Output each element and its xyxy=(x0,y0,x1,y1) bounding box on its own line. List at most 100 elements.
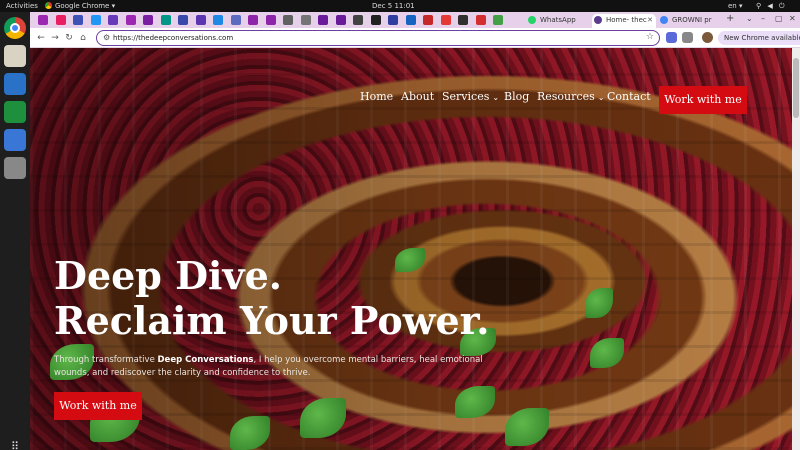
pinned-tab-favicon-icon[interactable] xyxy=(265,15,276,25)
pinned-tab-favicon-icon[interactable] xyxy=(55,15,66,25)
tab-search-icon[interactable]: ⌄ xyxy=(746,14,753,23)
profile-avatar[interactable] xyxy=(702,32,713,43)
maximize-button[interactable]: ▢ xyxy=(775,14,783,23)
hero-work-with-me-button[interactable]: Work with me xyxy=(54,392,142,420)
leaf-decoration xyxy=(505,408,549,446)
pinned-tab-favicon-icon[interactable] xyxy=(73,15,83,25)
pinned-tab-favicon-icon[interactable] xyxy=(300,15,311,25)
clock[interactable]: Dec 5 11:01 xyxy=(372,1,415,11)
hero-title: Deep Dive. Reclaim Your Power. xyxy=(54,253,554,343)
pinned-tab-favicon-icon[interactable] xyxy=(353,15,363,25)
url-input[interactable] xyxy=(113,32,633,44)
chrome-icon xyxy=(45,2,52,9)
calc-dock-icon[interactable] xyxy=(4,101,26,123)
google-icon xyxy=(660,16,668,24)
pinned-tab-favicon-icon[interactable] xyxy=(440,15,451,25)
pinned-tab-favicon-icon[interactable] xyxy=(423,15,433,25)
writer-dock-icon[interactable] xyxy=(4,73,26,95)
chevron-down-icon: ⌄ xyxy=(492,93,500,102)
pinned-tab-favicon-icon[interactable] xyxy=(230,15,241,25)
pinned-tab-favicon-icon[interactable] xyxy=(143,15,153,25)
nav-services-label: Services xyxy=(442,90,490,103)
tab-growni[interactable]: GROWNI pr xyxy=(658,14,722,28)
tab-label: WhatsApp xyxy=(540,16,576,24)
activities-button[interactable]: Activities xyxy=(6,1,38,11)
close-icon[interactable]: ✕ xyxy=(647,14,653,26)
hero-sub-bold: Deep Conversations xyxy=(157,355,254,365)
hero-subtitle: Through transformative Deep Conversation… xyxy=(54,354,504,380)
tab-active-home[interactable]: Home- thec ✕ xyxy=(592,14,656,28)
tab-label: GROWNI pr xyxy=(672,16,712,24)
bookmark-star-icon[interactable]: ☆ xyxy=(646,32,654,42)
leaf-decoration xyxy=(590,338,624,368)
system-tray[interactable]: ⚲ ◀ ⏻ xyxy=(756,1,787,11)
app-menu[interactable]: Google Chrome ▾ xyxy=(45,1,115,11)
nav-resources-label: Resources xyxy=(537,90,595,103)
reload-icon[interactable]: ↻ xyxy=(62,31,76,45)
dock: ⠿ xyxy=(0,12,30,450)
pinned-tab-favicon-icon[interactable] xyxy=(195,15,206,25)
pinned-tab-favicon-icon[interactable] xyxy=(90,15,101,25)
language-selector[interactable]: en ▾ xyxy=(728,1,742,11)
pinned-tab-favicon-icon[interactable] xyxy=(405,15,416,25)
nav-home[interactable]: Home xyxy=(360,90,393,103)
site-info-icon[interactable]: ⚙ xyxy=(103,33,110,42)
leaf-decoration xyxy=(300,398,346,438)
text-editor-dock-icon[interactable] xyxy=(4,129,26,151)
close-window-button[interactable]: ✕ xyxy=(789,14,796,23)
home-icon[interactable]: ⌂ xyxy=(76,31,90,45)
app-menu-label: Google Chrome ▾ xyxy=(55,2,116,10)
search-dock-icon[interactable] xyxy=(4,157,26,179)
files-dock-icon[interactable] xyxy=(4,45,26,67)
pinned-tab-favicon-icon[interactable] xyxy=(125,15,136,25)
chrome-update-button[interactable]: New Chrome available⋮ xyxy=(718,31,800,45)
forward-icon[interactable]: → xyxy=(48,31,62,45)
nav-contact[interactable]: Contact xyxy=(607,90,651,103)
chevron-down-icon: ⌄ xyxy=(597,93,605,102)
minimize-button[interactable]: – xyxy=(761,14,765,23)
pinned-tab-favicon-icon[interactable] xyxy=(213,15,223,25)
pinned-tab-favicon-icon[interactable] xyxy=(248,15,258,25)
leaf-decoration xyxy=(230,416,270,450)
pinned-tab-favicon-icon[interactable] xyxy=(370,15,381,25)
pinned-tab-favicon-icon[interactable] xyxy=(108,15,118,25)
nav-about[interactable]: About xyxy=(401,90,434,103)
nav-blog[interactable]: Blog xyxy=(504,90,529,103)
chrome-dock-icon[interactable] xyxy=(4,17,26,39)
nav-services[interactable]: Services ⌄ xyxy=(442,90,499,103)
hero-section: Home About Services ⌄ Blog Resources ⌄ Con… xyxy=(30,48,792,450)
address-bar[interactable]: ⚙ ☆ xyxy=(96,30,660,46)
pinned-tab-favicon-icon[interactable] xyxy=(458,15,468,25)
extension-icon[interactable] xyxy=(666,32,677,43)
pinned-tab-favicon-icon[interactable] xyxy=(388,15,398,25)
pinned-tab-favicon-icon[interactable] xyxy=(283,15,293,25)
pinned-tab-favicon-icon[interactable] xyxy=(38,15,48,25)
update-label: New Chrome available xyxy=(724,34,800,42)
nav-work-with-me-button[interactable]: Work with me xyxy=(659,86,747,114)
pinned-tab-favicon-icon[interactable] xyxy=(318,15,328,25)
pinned-tab-favicon-icon[interactable] xyxy=(475,15,486,25)
page-scrollbar[interactable] xyxy=(792,48,800,450)
pinned-tab-favicon-icon[interactable] xyxy=(160,15,171,25)
show-apps-icon[interactable]: ⠿ xyxy=(8,440,22,450)
hero-title-line1: Deep Dive. xyxy=(54,253,282,298)
pinned-tab-favicon-icon[interactable] xyxy=(178,15,188,25)
nav-resources[interactable]: Resources ⌄ xyxy=(537,90,604,103)
site-nav: Home About Services ⌄ Blog Resources ⌄ Con… xyxy=(30,86,792,116)
whatsapp-icon xyxy=(528,16,536,24)
pinned-tab-favicon-icon[interactable] xyxy=(493,15,503,25)
leaf-decoration xyxy=(585,288,613,318)
hero-sub-pre: Through transformative xyxy=(54,355,158,365)
leaf-decoration xyxy=(455,386,495,418)
tab-label: Home- thec xyxy=(606,16,647,24)
scrollbar-thumb[interactable] xyxy=(793,58,799,118)
tab-whatsapp[interactable]: WhatsApp xyxy=(526,14,590,28)
back-icon[interactable]: ← xyxy=(34,31,48,45)
browser-toolbar: ← → ↻ ⌂ ⚙ ☆ New Chrome available⋮ xyxy=(30,28,800,48)
new-tab-button[interactable]: + xyxy=(726,13,734,24)
system-top-bar: Activities Google Chrome ▾ Dec 5 11:01 e… xyxy=(0,0,800,12)
pinned-tab-favicon-icon[interactable] xyxy=(335,15,346,25)
site-favicon-icon xyxy=(594,16,602,24)
tab-strip: WhatsApp Home- thec ✕ GROWNI pr + ⌄ – ▢ … xyxy=(30,12,800,28)
extensions-puzzle-icon[interactable] xyxy=(682,32,693,43)
